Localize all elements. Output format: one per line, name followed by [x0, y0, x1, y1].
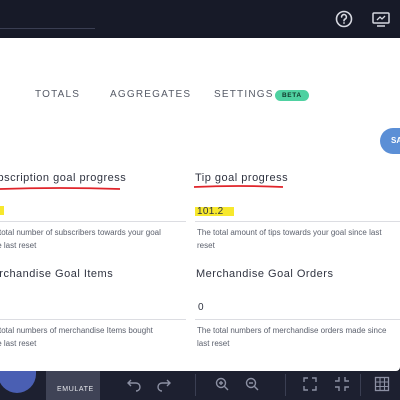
subscription-goal-title: Subscription goal progress: [0, 172, 127, 184]
screen-share-icon[interactable]: [370, 9, 392, 29]
beta-badge: BETA: [275, 90, 309, 101]
top-bar: [0, 0, 400, 38]
redo-icon[interactable]: [156, 376, 172, 392]
toolbar-separator: [360, 374, 361, 396]
grid-icon[interactable]: [374, 376, 390, 392]
fullscreen-icon[interactable]: [302, 376, 318, 392]
tab-aggregates[interactable]: AGGREGATES: [110, 89, 191, 100]
exit-fullscreen-icon[interactable]: [334, 376, 350, 392]
merch-orders-value: 0: [198, 302, 204, 313]
tab-bar: TOTALS AGGREGATES SETTINGS BETA: [0, 89, 400, 105]
top-bar-divider: [0, 28, 95, 29]
tab-settings[interactable]: SETTINGS: [214, 89, 274, 100]
tab-totals[interactable]: TOTALS: [35, 89, 80, 100]
merch-orders-description: The total numbers of merchandise orders …: [197, 326, 387, 348]
tip-goal-title: Tip goal progress: [195, 172, 289, 184]
annotation-underline: [0, 187, 121, 190]
merch-items-title: Merchandise Goal Items: [0, 268, 114, 280]
divider: [195, 221, 400, 222]
subscription-goal-value-highlight: [0, 206, 4, 215]
stats-modal: TOTALS AGGREGATES SETTINGS BETA SA Subsc…: [0, 38, 400, 371]
toolbar-separator: [285, 374, 286, 396]
tip-goal-value: 101.2: [197, 206, 224, 217]
zoom-in-icon[interactable]: [214, 376, 230, 392]
tip-goal-description: The total amount of tips towards your go…: [197, 228, 382, 250]
merch-orders-title: Merchandise Goal Orders: [196, 268, 334, 280]
bottom-toolbar: EMULATE: [0, 371, 400, 400]
divider: [0, 319, 186, 320]
divider: [0, 221, 186, 222]
undo-icon[interactable]: [126, 376, 142, 392]
zoom-out-icon[interactable]: [244, 376, 260, 392]
subscription-goal-description: The total number of subscribers towards …: [0, 228, 161, 250]
add-icon[interactable]: [0, 371, 36, 393]
toolbar-separator: [195, 374, 196, 396]
merch-items-description: The total numbers of merchandise Items b…: [0, 326, 153, 348]
emulate-label: EMULATE: [57, 386, 94, 393]
divider: [195, 319, 400, 320]
annotation-underline: [193, 185, 284, 188]
help-icon[interactable]: [334, 9, 354, 29]
save-button[interactable]: SA: [380, 128, 400, 154]
